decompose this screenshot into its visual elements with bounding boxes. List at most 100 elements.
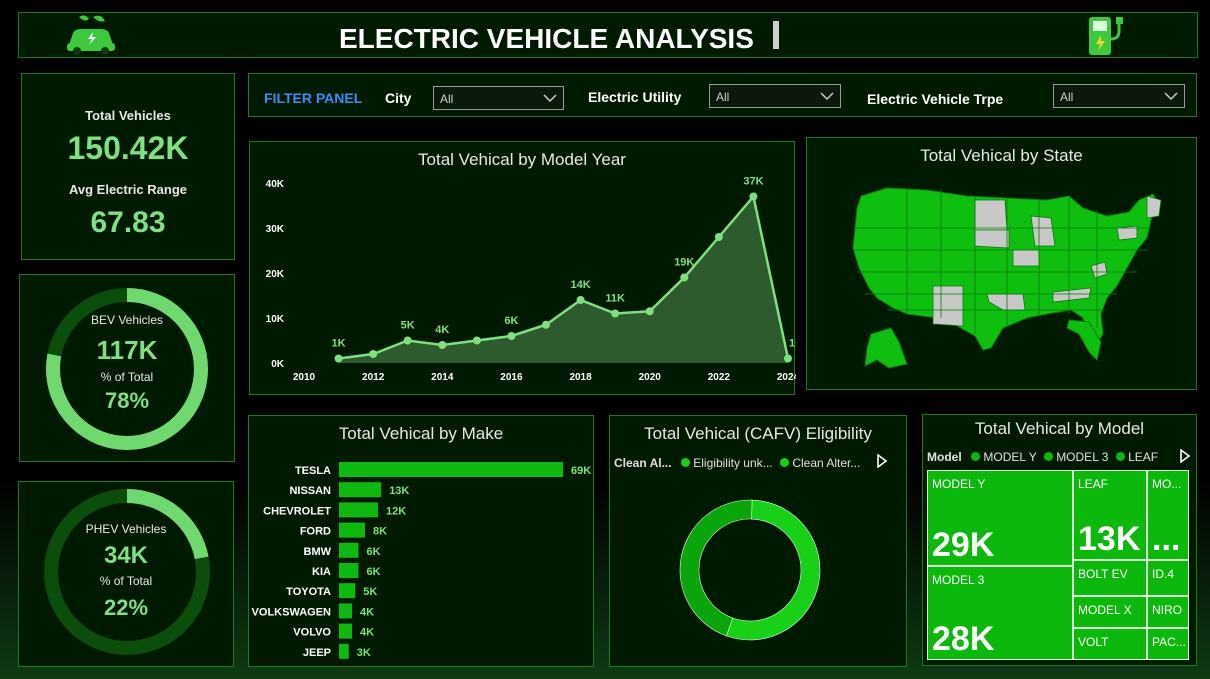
- category-label: KIA: [312, 566, 331, 578]
- data-label: 4K: [435, 324, 449, 336]
- treemap-cell-name: MODEL Y: [932, 477, 986, 491]
- data-point[interactable]: [680, 273, 689, 282]
- filter-panel-title: FILTER PANEL: [264, 90, 363, 106]
- model-treemap-panel: Total Vehical by Model Model MODEL Y MOD…: [922, 414, 1197, 666]
- treemap-cell-name: MODEL 3: [932, 573, 985, 587]
- data-label: 6K: [366, 566, 380, 578]
- unmapped-state-iowa: [1012, 249, 1040, 267]
- legend-dot-icon: [1043, 452, 1053, 461]
- city-filter-label: City: [385, 90, 412, 106]
- phev-pct: 22%: [103, 595, 149, 620]
- bar[interactable]: [339, 542, 359, 558]
- data-point[interactable]: [542, 320, 550, 329]
- data-point[interactable]: [334, 354, 343, 363]
- data-point[interactable]: [438, 341, 447, 349]
- treemap-cell-value: 29K: [932, 526, 995, 564]
- treemap-cell[interactable]: MODEL Y 29K: [927, 470, 1073, 566]
- legend-next-icon[interactable]: [1179, 449, 1191, 463]
- y-tick-label: 10K: [266, 314, 285, 325]
- treemap-cell-value: ...: [1152, 520, 1181, 558]
- unmapped-state-dakota: [974, 229, 1010, 249]
- pie-slice[interactable]: [679, 499, 753, 637]
- treemap-cell[interactable]: PAC...: [1147, 628, 1189, 660]
- bar[interactable]: [339, 623, 352, 639]
- bar[interactable]: [339, 583, 356, 599]
- data-point[interactable]: [576, 296, 585, 304]
- unmapped-state-wisconsin: [1030, 215, 1056, 247]
- treemap-cell-name: PAC...: [1152, 635, 1186, 649]
- treemap-cell[interactable]: ID.4: [1147, 560, 1189, 596]
- data-point[interactable]: [611, 309, 620, 318]
- treemap-cell[interactable]: NIRO: [1147, 596, 1189, 628]
- utility-filter-label: Electric Utility: [588, 89, 682, 105]
- bar[interactable]: [339, 462, 563, 477]
- category-label: BMW: [304, 546, 332, 558]
- x-tick-label: 2016: [500, 372, 523, 383]
- kpi-card: Total Vehicles 150.42K Avg Electric Rang…: [21, 73, 235, 260]
- data-label: 13K: [389, 485, 409, 497]
- title-cursor-mark: [773, 21, 779, 49]
- treemap-cell-name: MO...: [1152, 477, 1182, 491]
- ev-type-dropdown[interactable]: All: [1053, 84, 1185, 108]
- treemap-cell[interactable]: MODEL 3 28K: [927, 566, 1073, 660]
- bar[interactable]: [339, 522, 365, 538]
- data-point[interactable]: [403, 336, 412, 345]
- treemap-legend-item[interactable]: MODEL Y: [983, 450, 1036, 464]
- y-tick-label: 30K: [266, 224, 285, 235]
- x-tick-label: 2022: [708, 372, 731, 383]
- cafv-donut-chart: [679, 499, 821, 641]
- data-label: 6K: [504, 315, 518, 327]
- category-label: NISSAN: [289, 485, 331, 497]
- ev-type-dropdown-value: All: [1060, 90, 1074, 104]
- bar[interactable]: [339, 563, 359, 578]
- y-tick-label: 40K: [266, 179, 285, 190]
- treemap-cell[interactable]: BOLT EV: [1073, 560, 1147, 596]
- phev-card: PHEV Vehicles 34K % of Total 22%: [18, 481, 234, 667]
- data-label: 19K: [674, 257, 694, 269]
- treemap-legend-item[interactable]: MODEL 3: [1056, 450, 1108, 464]
- data-point[interactable]: [749, 192, 758, 201]
- treemap-cell-name: VOLT: [1078, 635, 1109, 649]
- data-label: 4K: [360, 606, 374, 618]
- utility-dropdown[interactable]: All: [709, 84, 841, 108]
- chevron-down-icon: [543, 94, 557, 103]
- treemap-cell-name: NIRO: [1152, 603, 1182, 617]
- bar[interactable]: [339, 603, 352, 619]
- category-label: FORD: [300, 526, 331, 538]
- phev-value: 34K: [103, 542, 149, 569]
- data-point[interactable]: [784, 354, 792, 363]
- model-year-chart-panel: Total Vehical by Model Year 1K 5K 4K 6K 14K 1…: [249, 141, 796, 395]
- treemap-cell[interactable]: VOLT: [1073, 628, 1147, 660]
- data-label: 14K: [570, 279, 590, 291]
- treemap-cell[interactable]: LEAF 13K: [1073, 470, 1147, 560]
- model-year-chart: 1K 5K 4K 6K 14K 11K 19K 37K 1K 0K 10K 20K 30K 40K 2010…: [266, 176, 796, 384]
- treemap-legend-item[interactable]: LEAF: [1128, 450, 1158, 464]
- bar[interactable]: [339, 482, 382, 498]
- unmapped-state-maine: [1146, 195, 1162, 219]
- bar[interactable]: [339, 643, 349, 659]
- x-tick-label: 2012: [362, 372, 385, 383]
- page-title: ELECTRIC VEHICLE ANALYSIS: [339, 23, 754, 54]
- data-point[interactable]: [507, 332, 516, 340]
- charging-station-icon: [1089, 17, 1123, 55]
- bev-pct: 78%: [104, 388, 150, 413]
- treemap-cell[interactable]: MODEL X: [1073, 596, 1147, 628]
- bar[interactable]: [339, 502, 378, 518]
- data-point[interactable]: [714, 233, 723, 241]
- city-dropdown[interactable]: All: [433, 86, 564, 110]
- data-point[interactable]: [472, 336, 481, 345]
- state-map-panel: Total Vehical by State: [806, 137, 1197, 390]
- treemap-cell-name: LEAF: [1078, 477, 1109, 491]
- data-point[interactable]: [369, 350, 378, 358]
- treemap-cell[interactable]: MO... ...: [1147, 470, 1189, 560]
- chevron-down-icon: [1164, 92, 1178, 101]
- us-state-map: [852, 187, 1162, 369]
- avg-range-label: Avg Electric Range: [68, 182, 187, 197]
- utility-dropdown-value: All: [716, 90, 730, 104]
- category-label: CHEVROLET: [263, 505, 331, 517]
- pie-slice[interactable]: [725, 499, 821, 641]
- header-bar: ELECTRIC VEHICLE ANALYSIS: [18, 12, 1198, 58]
- x-tick-label: 2020: [639, 372, 662, 383]
- data-point[interactable]: [645, 307, 654, 316]
- x-tick-label: 2018: [569, 372, 592, 383]
